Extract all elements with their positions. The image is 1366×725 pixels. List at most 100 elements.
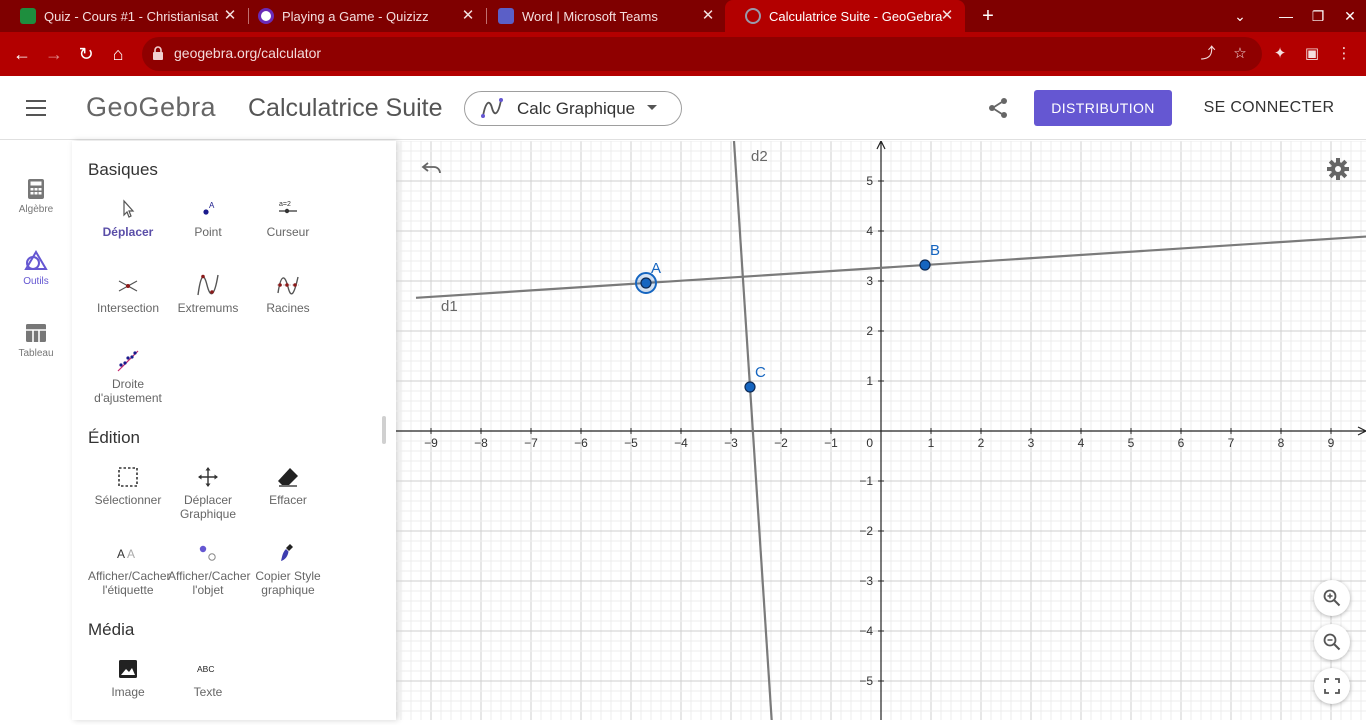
bookmark-star-icon[interactable]: ☆: [1230, 44, 1250, 64]
brush-icon: [281, 544, 293, 561]
show-hide-object-icon: [199, 545, 216, 561]
menu-icon[interactable]: [26, 100, 46, 116]
fullscreen-button[interactable]: [1314, 668, 1350, 704]
select-rectangle-icon: [118, 467, 138, 487]
tool-select[interactable]: Sélectionner: [88, 465, 168, 507]
close-icon[interactable]: ✕: [700, 8, 716, 24]
line-label-d1: d1: [441, 298, 458, 315]
panel-resize-handle[interactable]: [382, 416, 386, 444]
graph-canvas[interactable]: −9 −8 −7 −6 −5 −4 −3 −2 −1 1 2 3 4 5 6 7 8 9 −5 −4 −3 −2 −1 1 2 3…: [396, 139, 1366, 722]
svg-text:ABC: ABC: [197, 664, 214, 674]
tool-text[interactable]: ABC Texte: [168, 657, 248, 699]
restore-icon[interactable]: ❐: [1302, 0, 1334, 32]
y-tick-label: −3: [859, 574, 873, 588]
close-icon[interactable]: ✕: [939, 8, 955, 24]
x-tick-label: 9: [1328, 436, 1335, 450]
window-close-icon[interactable]: ✕: [1334, 0, 1366, 32]
tool-roots[interactable]: Racines: [248, 273, 328, 315]
browser-menu-icon[interactable]: ⋮: [1334, 44, 1354, 64]
x-tick-label: 3: [1028, 436, 1035, 450]
tab-title: Quiz - Cours #1 - Christianisatio: [44, 8, 219, 24]
close-icon[interactable]: ✕: [222, 8, 238, 24]
point-B[interactable]: [919, 259, 931, 271]
distribution-button[interactable]: DISTRIBUTION: [1034, 90, 1172, 126]
tool-point[interactable]: A Point: [168, 197, 248, 239]
x-tick-label: −4: [674, 436, 688, 450]
tool-label: Intersection: [96, 301, 160, 315]
close-icon[interactable]: ✕: [460, 8, 476, 24]
tool-copy-style[interactable]: Copier Style graphique: [248, 541, 328, 597]
x-tick-label: −1: [824, 436, 838, 450]
app-picker-label: Calc Graphique: [517, 99, 636, 118]
x-tick-label: 2: [978, 436, 985, 450]
tool-fit-line[interactable]: Droite d'ajustement: [88, 349, 168, 405]
x-tick-label: −2: [774, 436, 788, 450]
tool-intersection[interactable]: Intersection: [88, 273, 168, 315]
browser-tab-quiz[interactable]: Quiz - Cours #1 - Christianisatio ✕: [0, 0, 248, 32]
shapes-icon: [24, 250, 48, 270]
tool-image[interactable]: Image: [88, 657, 168, 699]
share-page-icon[interactable]: ⤴: [1198, 44, 1218, 64]
eraser-icon: [278, 468, 298, 487]
point-label-A: A: [651, 260, 661, 277]
tool-show-hide-label[interactable]: A A Afficher/Cacher l'étiquette: [88, 541, 170, 597]
share-icon[interactable]: [986, 96, 1010, 120]
browser-tab-strip: Quiz - Cours #1 - Christianisatio ✕ Play…: [0, 0, 1366, 32]
rail-item-table[interactable]: Tableau: [0, 322, 72, 382]
extensions-icon[interactable]: ✦: [1270, 44, 1290, 64]
rail-item-algebra[interactable]: Algèbre: [0, 178, 72, 238]
x-tick-label: 7: [1228, 436, 1235, 450]
x-tick-label: 5: [1128, 436, 1135, 450]
x-tick-label: 8: [1278, 436, 1285, 450]
y-tick-label: −4: [859, 624, 873, 638]
new-tab-button[interactable]: +: [976, 4, 1000, 28]
tool-label: Sélectionner: [94, 493, 162, 507]
browser-tab-geogebra[interactable]: Calculatrice Suite - GeoGebra ✕: [725, 0, 965, 32]
undo-icon[interactable]: [420, 157, 444, 181]
side-panel-icon[interactable]: ▣: [1302, 44, 1322, 64]
tool-label: Déplacer: [102, 225, 154, 239]
back-icon[interactable]: ←: [10, 42, 34, 66]
x-tick-label: −7: [524, 436, 538, 450]
origin-label: 0: [866, 436, 873, 450]
login-button[interactable]: SE CONNECTER: [1194, 90, 1344, 126]
point-A[interactable]: [640, 277, 652, 289]
browser-tab-quizizz[interactable]: Playing a Game - Quizizz ✕: [238, 0, 486, 32]
tool-label: Point: [194, 225, 222, 239]
line-label-d2: d2: [751, 148, 768, 165]
tab-search-icon[interactable]: ⌄: [1224, 0, 1256, 32]
tab-title: Calculatrice Suite - GeoGebra: [769, 8, 943, 24]
forward-icon[interactable]: →: [42, 42, 66, 66]
home-icon[interactable]: ⌂: [106, 42, 130, 66]
point-C[interactable]: [744, 381, 756, 393]
tool-show-hide-object[interactable]: Afficher/Cacher l'objet: [168, 541, 250, 597]
browser-tab-teams[interactable]: Word | Microsoft Teams ✕: [478, 0, 726, 32]
tool-move-graphics[interactable]: Déplacer Graphique: [168, 465, 248, 521]
tool-extremum[interactable]: Extremums: [168, 273, 248, 315]
tool-slider[interactable]: a=2 Curseur: [248, 197, 328, 239]
graphics-view[interactable]: −9 −8 −7 −6 −5 −4 −3 −2 −1 1 2 3 4 5 6 7 8 9 −5 −4 −3 −2 −1 1 2 3…: [396, 139, 1366, 722]
rail-item-tools[interactable]: Outils: [0, 250, 72, 310]
x-tick-label: 4: [1078, 436, 1085, 450]
tool-eraser[interactable]: Effacer: [248, 465, 328, 507]
y-tick-label: 4: [866, 224, 873, 238]
roots-icon: [277, 276, 299, 295]
geogebra-logo[interactable]: GeoGebra: [86, 92, 216, 123]
lock-icon: [153, 46, 163, 60]
tool-move[interactable]: Déplacer: [88, 197, 168, 239]
fit-line-icon: [117, 350, 139, 372]
reload-icon[interactable]: ↻: [74, 42, 98, 66]
zoom-out-button[interactable]: [1314, 624, 1350, 660]
minimize-icon[interactable]: —: [1270, 0, 1302, 32]
label-icon: A A: [117, 547, 135, 561]
gear-icon[interactable]: [1326, 157, 1350, 181]
svg-text:A: A: [127, 547, 135, 561]
zoom-out-icon: [1323, 633, 1341, 651]
table-icon: [26, 324, 46, 342]
tool-label: Effacer: [269, 493, 307, 507]
tool-label: Déplacer Graphique: [179, 493, 237, 521]
quizizz-icon: [258, 8, 274, 24]
point-label-C: C: [755, 364, 766, 381]
zoom-in-button[interactable]: [1314, 580, 1350, 616]
x-tick-label: 1: [928, 436, 935, 450]
